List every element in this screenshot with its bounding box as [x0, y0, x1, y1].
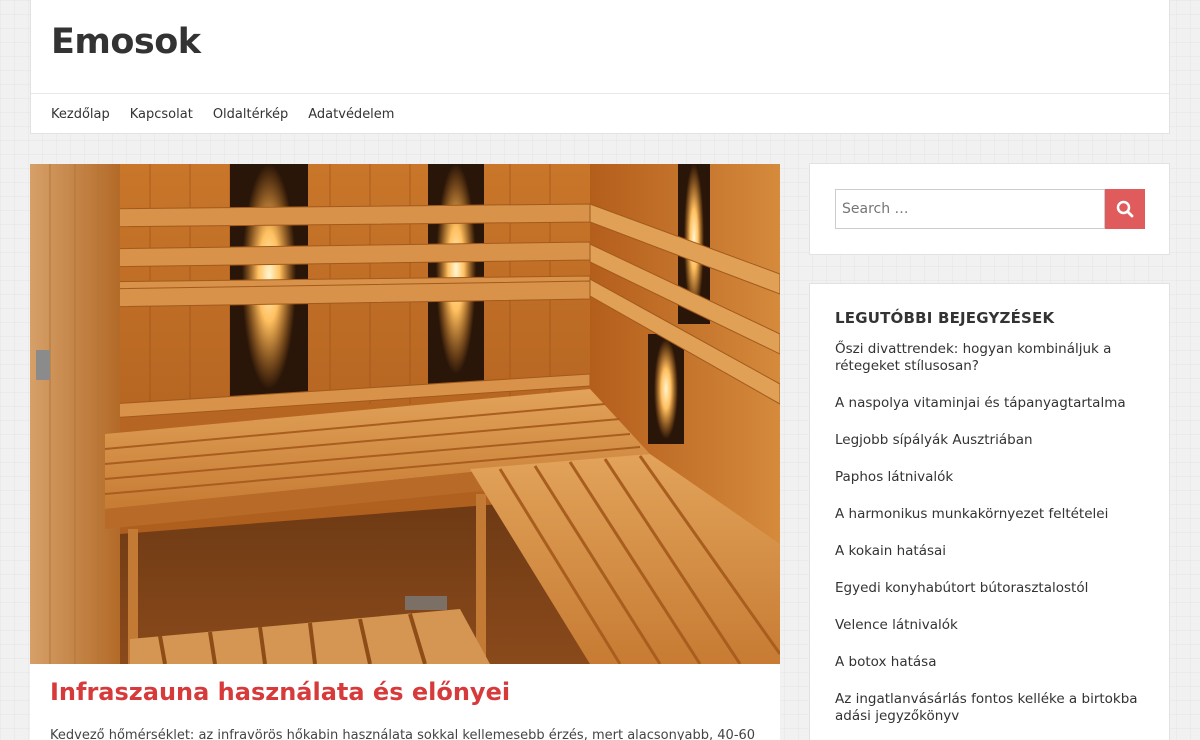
- site-header: Emosok Kezdőlap Kapcsolat Oldaltérkép Ad…: [30, 0, 1170, 134]
- recent-post-link[interactable]: A kokain hatásai: [835, 543, 1144, 560]
- search-button[interactable]: [1105, 189, 1145, 229]
- recent-posts-widget: LEGUTÓBBI BEJEGYZÉSEK Őszi divattrendek:…: [809, 283, 1170, 740]
- recent-post-link[interactable]: Egyedi konyhabútort bútorasztalostól: [835, 580, 1144, 597]
- post-excerpt: Kedvező hőmérséklet: az infravörös hőkab…: [50, 728, 756, 740]
- widget-title: LEGUTÓBBI BEJEGYZÉSEK: [835, 309, 1055, 327]
- search-widget: [809, 163, 1170, 255]
- recent-post-link[interactable]: A harmonikus munkakörnyezet feltételei: [835, 506, 1144, 523]
- recent-posts-list: Őszi divattrendek: hogyan kombináljuk a …: [835, 341, 1144, 725]
- recent-post-link[interactable]: A botox hatása: [835, 654, 1144, 671]
- search-input[interactable]: [835, 189, 1105, 229]
- recent-post-link[interactable]: Velence látnivalók: [835, 617, 1144, 634]
- recent-post-link[interactable]: Paphos látnivalók: [835, 469, 1144, 486]
- nav-item-sitemap[interactable]: Oldaltérkép: [213, 107, 288, 122]
- site-title[interactable]: Emosok: [51, 22, 201, 62]
- recent-post-link[interactable]: Az ingatlanvásárlás fontos kelléke a bir…: [835, 691, 1144, 725]
- recent-post-link[interactable]: A naspolya vitaminjai és tápanyagtartalm…: [835, 395, 1144, 412]
- search-icon: [1116, 200, 1134, 218]
- nav-item-contact[interactable]: Kapcsolat: [130, 107, 193, 122]
- recent-post-link[interactable]: Őszi divattrendek: hogyan kombináljuk a …: [835, 341, 1144, 375]
- nav-item-privacy[interactable]: Adatvédelem: [308, 107, 394, 122]
- featured-image[interactable]: [30, 164, 780, 664]
- post-title[interactable]: Infraszauna használata és előnyei: [50, 678, 510, 706]
- nav-item-home[interactable]: Kezdőlap: [51, 107, 110, 122]
- recent-post-link[interactable]: Legjobb sípályák Ausztriában: [835, 432, 1144, 449]
- post-card: Infraszauna használata és előnyei Kedvez…: [30, 164, 780, 740]
- main-navigation: Kezdőlap Kapcsolat Oldaltérkép Adatvédel…: [31, 93, 1169, 134]
